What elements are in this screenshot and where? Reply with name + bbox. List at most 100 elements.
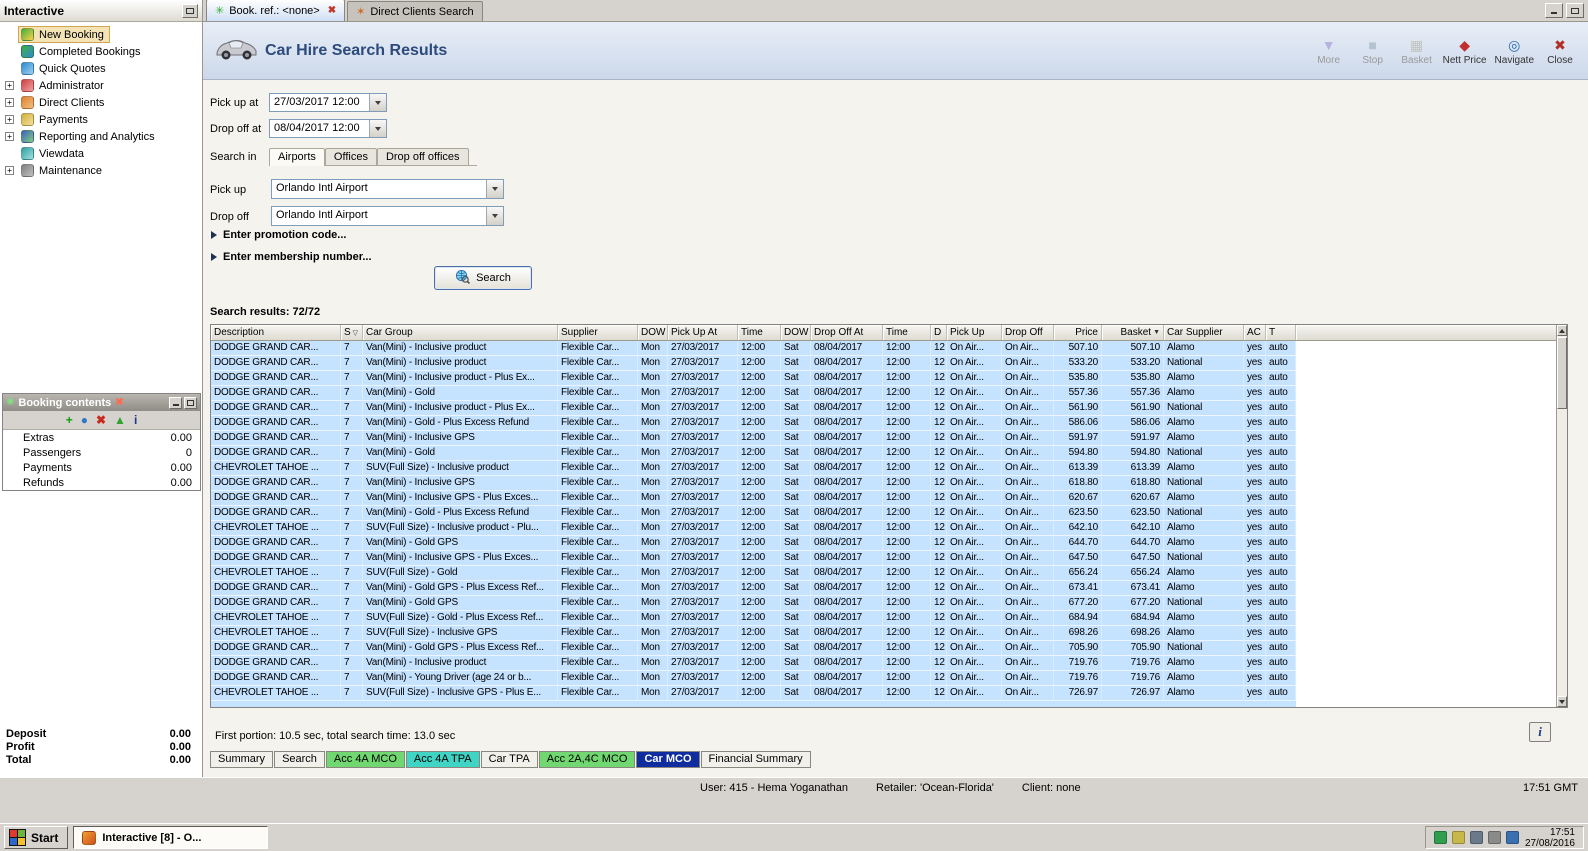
table-row[interactable]: DODGE GRAND CAR... 7 Van(Mini) - Gold GPS F… bbox=[211, 536, 1556, 551]
column-header-t[interactable]: T bbox=[1266, 325, 1296, 340]
table-row[interactable]: CHEVROLET TAHOE ... 7 SUV(Full Size) - Inc… bbox=[211, 461, 1556, 476]
booking-minimize-button[interactable] bbox=[169, 396, 182, 409]
sidebar-item-viewdata[interactable]: Viewdata bbox=[0, 145, 202, 162]
column-header-car-supplier[interactable]: Car Supplier bbox=[1164, 325, 1244, 340]
sidebar-item-new-booking[interactable]: New Booking bbox=[0, 26, 202, 43]
bottom-tab-summary[interactable]: Summary bbox=[210, 751, 274, 768]
close-button[interactable]: ✖ Close bbox=[1538, 26, 1582, 76]
search-in-tab-drop-off-offices[interactable]: Drop off offices bbox=[376, 148, 469, 165]
upgrade-icon[interactable]: ▲ bbox=[114, 413, 126, 427]
column-header-supplier[interactable]: Supplier bbox=[558, 325, 638, 340]
filter-icon[interactable]: ▽ bbox=[353, 329, 358, 337]
expand-plus-icon[interactable]: + bbox=[5, 166, 14, 175]
expand-plus-icon[interactable]: + bbox=[5, 81, 14, 90]
pickup-at-field[interactable]: 27/03/2017 12:00 bbox=[269, 93, 387, 112]
table-row[interactable]: DODGE GRAND CAR... 7 Van(Mini) - Young Dri… bbox=[211, 671, 1556, 686]
column-header-basket[interactable]: Basket ▼ bbox=[1102, 325, 1164, 340]
table-row[interactable]: DODGE GRAND CAR... 7 Van(Mini) - Inclusive… bbox=[211, 401, 1556, 416]
table-row[interactable]: DODGE GRAND CAR... 7 Van(Mini) - Gold GPS … bbox=[211, 641, 1556, 656]
sidebar-item-direct-clients[interactable]: + Direct Clients bbox=[0, 94, 202, 111]
search-in-tab-airports[interactable]: Airports bbox=[269, 148, 325, 166]
expand-plus-icon[interactable]: + bbox=[5, 98, 14, 107]
table-row[interactable]: DODGE GRAND CAR... 7 Van(Mini) - Inclusive… bbox=[211, 371, 1556, 386]
search-button[interactable]: Search bbox=[434, 266, 532, 290]
taskbar-task-button[interactable]: Interactive [8] - O... bbox=[73, 826, 269, 849]
pickup-at-dropdown-button[interactable] bbox=[369, 94, 386, 111]
promotion-code-expander[interactable]: Enter promotion code... bbox=[211, 229, 346, 241]
column-header-pick-up-at[interactable]: Pick Up At bbox=[668, 325, 738, 340]
tab-close-icon[interactable]: ✖ bbox=[328, 5, 336, 16]
column-header-s[interactable]: S ▽ bbox=[341, 325, 363, 340]
column-header-d[interactable]: D bbox=[931, 325, 947, 340]
scroll-down-button[interactable] bbox=[1557, 696, 1567, 707]
minimize-button[interactable] bbox=[1545, 3, 1563, 18]
scrollbar-thumb[interactable] bbox=[1557, 337, 1567, 409]
bottom-tab-financial-summary[interactable]: Financial Summary bbox=[700, 751, 811, 768]
info-icon[interactable]: i bbox=[134, 413, 137, 427]
column-header-price[interactable]: Price bbox=[1054, 325, 1102, 340]
sidebar-item-administrator[interactable]: + Administrator bbox=[0, 77, 202, 94]
tab-book-ref-none[interactable]: ✳ Book. ref.: <none> ✖ bbox=[206, 0, 346, 21]
info-button[interactable]: i bbox=[1529, 722, 1551, 742]
dropoff-at-field[interactable]: 08/04/2017 12:00 bbox=[269, 119, 387, 138]
column-header-time[interactable]: Time bbox=[883, 325, 931, 340]
bottom-tab-car-mco[interactable]: Car MCO bbox=[636, 751, 700, 768]
bottom-tab-search[interactable]: Search bbox=[274, 751, 325, 768]
table-row[interactable]: DODGE GRAND CAR... 7 Van(Mini) - Gold Flexi… bbox=[211, 446, 1556, 461]
table-row[interactable]: CHEVROLET TAHOE ... 7 SUV(Full Size) - Inc… bbox=[211, 686, 1556, 701]
expand-plus-icon[interactable]: + bbox=[5, 132, 14, 141]
table-row[interactable]: CHEVROLET TAHOE ... 7 SUV(Full Size) - Inc… bbox=[211, 521, 1556, 536]
save-icon[interactable] bbox=[1487, 831, 1501, 844]
add-item-icon[interactable]: + bbox=[66, 413, 73, 427]
column-header-dow[interactable]: DOW bbox=[781, 325, 811, 340]
restore-button[interactable] bbox=[1566, 3, 1584, 18]
column-header-pick-up[interactable]: Pick Up bbox=[947, 325, 1002, 340]
table-row[interactable]: DODGE GRAND CAR... 7 Van(Mini) - Inclusive… bbox=[211, 341, 1556, 356]
table-row[interactable]: DODGE GRAND CAR... 7 Van(Mini) - Gold GPS … bbox=[211, 581, 1556, 596]
column-header-car-group[interactable]: Car Group bbox=[363, 325, 558, 340]
table-row[interactable]: CHEVROLET TAHOE ... 7 SUV(Full Size) - Inc… bbox=[211, 626, 1556, 641]
bottom-tab-car-tpa[interactable]: Car TPA bbox=[480, 751, 538, 768]
sidebar-item-reporting-and-analytics[interactable]: + Reporting and Analytics bbox=[0, 128, 202, 145]
booking-row[interactable]: Extras 0.00 bbox=[3, 430, 200, 445]
booking-close-icon[interactable]: ✖ bbox=[115, 397, 123, 408]
sidebar-item-completed-bookings[interactable]: Completed Bookings bbox=[0, 43, 202, 60]
sidebar-item-quick-quotes[interactable]: Quick Quotes bbox=[0, 60, 202, 77]
sidebar-restore-button[interactable] bbox=[182, 3, 198, 18]
pickup-dropdown-button[interactable] bbox=[486, 180, 503, 198]
table-row[interactable]: DODGE GRAND CAR... 7 Van(Mini) - Inclusive… bbox=[211, 356, 1556, 371]
table-row[interactable]: DODGE GRAND CAR... 7 Van(Mini) - Inclusive… bbox=[211, 476, 1556, 491]
dropoff-at-dropdown-button[interactable] bbox=[369, 120, 386, 137]
table-row[interactable]: DODGE GRAND CAR... 7 Van(Mini) - Gold - Pl… bbox=[211, 416, 1556, 431]
table-row[interactable]: DODGE GRAND CAR... 7 Van(Mini) - Inclusive… bbox=[211, 491, 1556, 506]
expand-plus-icon[interactable]: + bbox=[5, 115, 14, 124]
delete-item-icon[interactable]: ✖ bbox=[96, 413, 106, 427]
table-row[interactable]: DODGE GRAND CAR... 7 Van(Mini) - Inclusive… bbox=[211, 431, 1556, 446]
booking-row[interactable]: Passengers 0 bbox=[3, 445, 200, 460]
membership-number-expander[interactable]: Enter membership number... bbox=[211, 251, 372, 263]
column-header-description[interactable]: Description bbox=[211, 325, 341, 340]
booking-maximize-button[interactable] bbox=[184, 396, 197, 409]
search-in-tab-offices[interactable]: Offices bbox=[324, 148, 377, 165]
bottom-tab-acc-4a-tpa[interactable]: Acc 4A TPA bbox=[405, 751, 480, 768]
dropoff-combobox[interactable]: Orlando Intl Airport bbox=[271, 206, 504, 226]
sidebar-item-maintenance[interactable]: + Maintenance bbox=[0, 162, 202, 179]
table-row[interactable]: DODGE GRAND CAR... 7 Van(Mini) - Inclusive… bbox=[211, 551, 1556, 566]
tab-direct-clients-search[interactable]: ✶ Direct Clients Search bbox=[347, 1, 483, 21]
network-icon[interactable] bbox=[1433, 831, 1447, 844]
booking-row[interactable]: Payments 0.00 bbox=[3, 460, 200, 475]
column-header-drop-off[interactable]: Drop Off bbox=[1002, 325, 1054, 340]
scroll-up-button[interactable] bbox=[1557, 325, 1567, 336]
column-header-time[interactable]: Time bbox=[738, 325, 781, 340]
navigate-button[interactable]: ◎ Navigate bbox=[1491, 26, 1538, 76]
booking-row[interactable]: Refunds 0.00 bbox=[3, 475, 200, 490]
table-row[interactable]: CHEVROLET TAHOE ... 7 SUV(Full Size) - Gol… bbox=[211, 611, 1556, 626]
keyboard-icon[interactable] bbox=[1469, 831, 1483, 844]
bottom-tab-acc-4a-mco[interactable]: Acc 4A MCO bbox=[325, 751, 405, 768]
column-header-ac[interactable]: AC bbox=[1244, 325, 1266, 340]
start-button[interactable]: Start bbox=[4, 826, 69, 849]
chat-icon[interactable] bbox=[1451, 831, 1465, 844]
table-row[interactable]: DODGE GRAND CAR... 7 Van(Mini) - Gold Flexi… bbox=[211, 386, 1556, 401]
dropoff-dropdown-button[interactable] bbox=[486, 207, 503, 225]
table-row[interactable]: DODGE GRAND CAR... 7 Van(Mini) - Gold GPS F… bbox=[211, 596, 1556, 611]
